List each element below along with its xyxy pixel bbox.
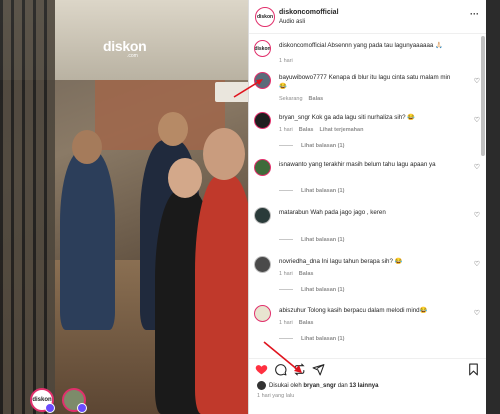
scrollbar-thumb[interactable] (481, 36, 485, 156)
view-replies-button[interactable]: Lihat balasan (1) (279, 336, 344, 342)
more-options-icon[interactable]: ··· (470, 9, 479, 19)
reply-button[interactable]: Balas (299, 271, 314, 277)
comment-username[interactable]: isnawanto (279, 161, 307, 168)
likes-conjunction: dan (337, 383, 348, 390)
post-action-bar (249, 358, 487, 380)
comment-avatar[interactable] (254, 207, 271, 224)
post-timestamp: 1 hari yang lalu (257, 393, 295, 399)
liker-avatar (257, 381, 266, 390)
repost-icon[interactable] (293, 363, 306, 376)
comment-avatar[interactable]: diskon (254, 40, 271, 57)
view-replies-button[interactable]: Lihat balasan (1) (279, 237, 344, 243)
comment-body: Ini lagu tahun berapa sih? 😂 (321, 258, 403, 265)
video-collab-avatar[interactable]: diskon (30, 388, 55, 413)
comment-avatar[interactable] (254, 305, 271, 322)
comment-username[interactable]: diskoncomofficial (279, 42, 326, 49)
likes-others-count[interactable]: 13 lainnya (349, 383, 378, 389)
verified-badge-icon (45, 403, 55, 413)
liker-username[interactable]: bryan_sngr (303, 383, 336, 389)
likes-summary[interactable]: Disukai oleh bryan_sngr dan 13 lainnya (257, 381, 378, 390)
comment-username[interactable]: abiszuhur (279, 307, 306, 314)
comment-text: bryan_sngr Kok ga ada lagu siti nurhaliz… (279, 114, 459, 123)
post-author-avatar[interactable]: diskon (255, 7, 275, 27)
comment-body: Absennn yang pada tau lagunyaaaaaa 🙏🏻 (327, 42, 443, 49)
reel-video[interactable]: diskon .com diskon (0, 0, 248, 414)
bookmark-icon[interactable] (467, 363, 480, 376)
comment-body: Kok ga ada lagu siti nurhaliza sih? 😂 (311, 114, 416, 121)
video-person-head (72, 130, 102, 164)
video-collab-avatar[interactable] (62, 388, 87, 413)
comment-icon[interactable] (274, 363, 287, 376)
video-watermark-sub: .com (127, 53, 138, 59)
heart-filled-icon[interactable] (255, 363, 268, 376)
comment-time: 1 hari (279, 320, 293, 326)
video-person-head (203, 128, 245, 180)
comment-text: isnawanto yang terakhir masih belum tahu… (279, 161, 459, 170)
comment-like-icon[interactable]: ♡ (474, 309, 480, 317)
comment-username[interactable]: bryan_sngr (279, 114, 310, 121)
comment-meta: 1 hari (279, 58, 293, 64)
video-watermark-logo: diskon (103, 38, 147, 54)
post-side-panel: diskon diskoncomofficial Audio asli ··· … (248, 0, 487, 414)
video-person (195, 175, 248, 414)
comment-time: Sekarang (279, 96, 303, 102)
post-header: diskon diskoncomofficial Audio asli ··· (249, 0, 487, 34)
comment-body: Wah pada jago jago , keren (310, 209, 386, 216)
logo-brand: diskon (103, 38, 147, 54)
comment-meta: 1 hari Balas Lihat terjemahan (279, 127, 363, 133)
comment-username[interactable]: matarabun (279, 209, 309, 216)
comments-scrollbar[interactable] (481, 36, 485, 356)
video-window-grille (0, 0, 55, 414)
comment-meta: 1 hari Balas (279, 271, 313, 277)
comment-avatar[interactable] (254, 256, 271, 273)
comment-text: bayuwibowo7777 Kenapa di blur itu lagu c… (279, 74, 459, 92)
video-air-conditioner (215, 82, 248, 102)
comment-text: abiszuhur Tolong kasih berpacu dalam mel… (279, 307, 459, 316)
video-person-head (168, 158, 202, 198)
post-author-username[interactable]: diskoncomofficial (279, 9, 339, 16)
screenshot-root: diskon .com diskon diskon diskoncomoffic… (0, 0, 500, 414)
send-icon[interactable] (312, 363, 325, 376)
view-replies-button[interactable]: Lihat balasan (1) (279, 287, 344, 293)
comment-time: 1 hari (279, 127, 293, 133)
view-replies-button[interactable]: Lihat balasan (1) (279, 188, 344, 194)
comment-like-icon[interactable]: ♡ (474, 116, 480, 124)
comment-avatar[interactable] (254, 112, 271, 129)
post-audio-link[interactable]: Audio asli (279, 19, 305, 25)
comment-meta: Sekarang Balas (279, 96, 323, 102)
video-person-head (158, 112, 188, 146)
comment-like-icon[interactable]: ♡ (474, 260, 480, 268)
reply-button[interactable]: Balas (299, 127, 314, 133)
comment-text: novriedha_dna Ini lagu tahun berapa sih?… (279, 258, 459, 267)
likes-prefix: Disukai oleh (269, 383, 302, 390)
background-overlay (486, 0, 500, 414)
comment-username[interactable]: bayuwibowo7777 (279, 74, 327, 81)
comment-like-icon[interactable]: ♡ (474, 211, 480, 219)
comment-text: matarabun Wah pada jago jago , keren (279, 209, 459, 218)
verified-badge-icon (77, 403, 87, 413)
comment-like-icon[interactable]: ♡ (474, 77, 480, 85)
comment-time: 1 hari (279, 58, 293, 64)
video-person (60, 150, 115, 330)
comment-body: Tolong kasih berpacu dalam melodi mind😂 (307, 307, 428, 314)
comment-like-icon[interactable]: ♡ (474, 163, 480, 171)
reply-button[interactable]: Balas (309, 96, 324, 102)
comment-meta: 1 hari Balas (279, 320, 313, 326)
comments-list[interactable]: diskon diskoncomofficial Absennn yang pa… (249, 36, 487, 356)
comment-username[interactable]: novriedha_dna (279, 258, 320, 265)
avatar-label: diskon (256, 14, 274, 20)
comment-avatar[interactable] (254, 72, 271, 89)
comment-text: diskoncomofficial Absennn yang pada tau … (279, 42, 459, 51)
view-replies-button[interactable]: Lihat balasan (1) (279, 143, 344, 149)
see-translation-button[interactable]: Lihat terjemahan (319, 127, 363, 133)
comment-avatar[interactable] (254, 159, 271, 176)
reply-button[interactable]: Balas (299, 320, 314, 326)
comment-body: yang terakhir masih belum tahu lagu apaa… (308, 161, 436, 168)
comment-time: 1 hari (279, 271, 293, 277)
